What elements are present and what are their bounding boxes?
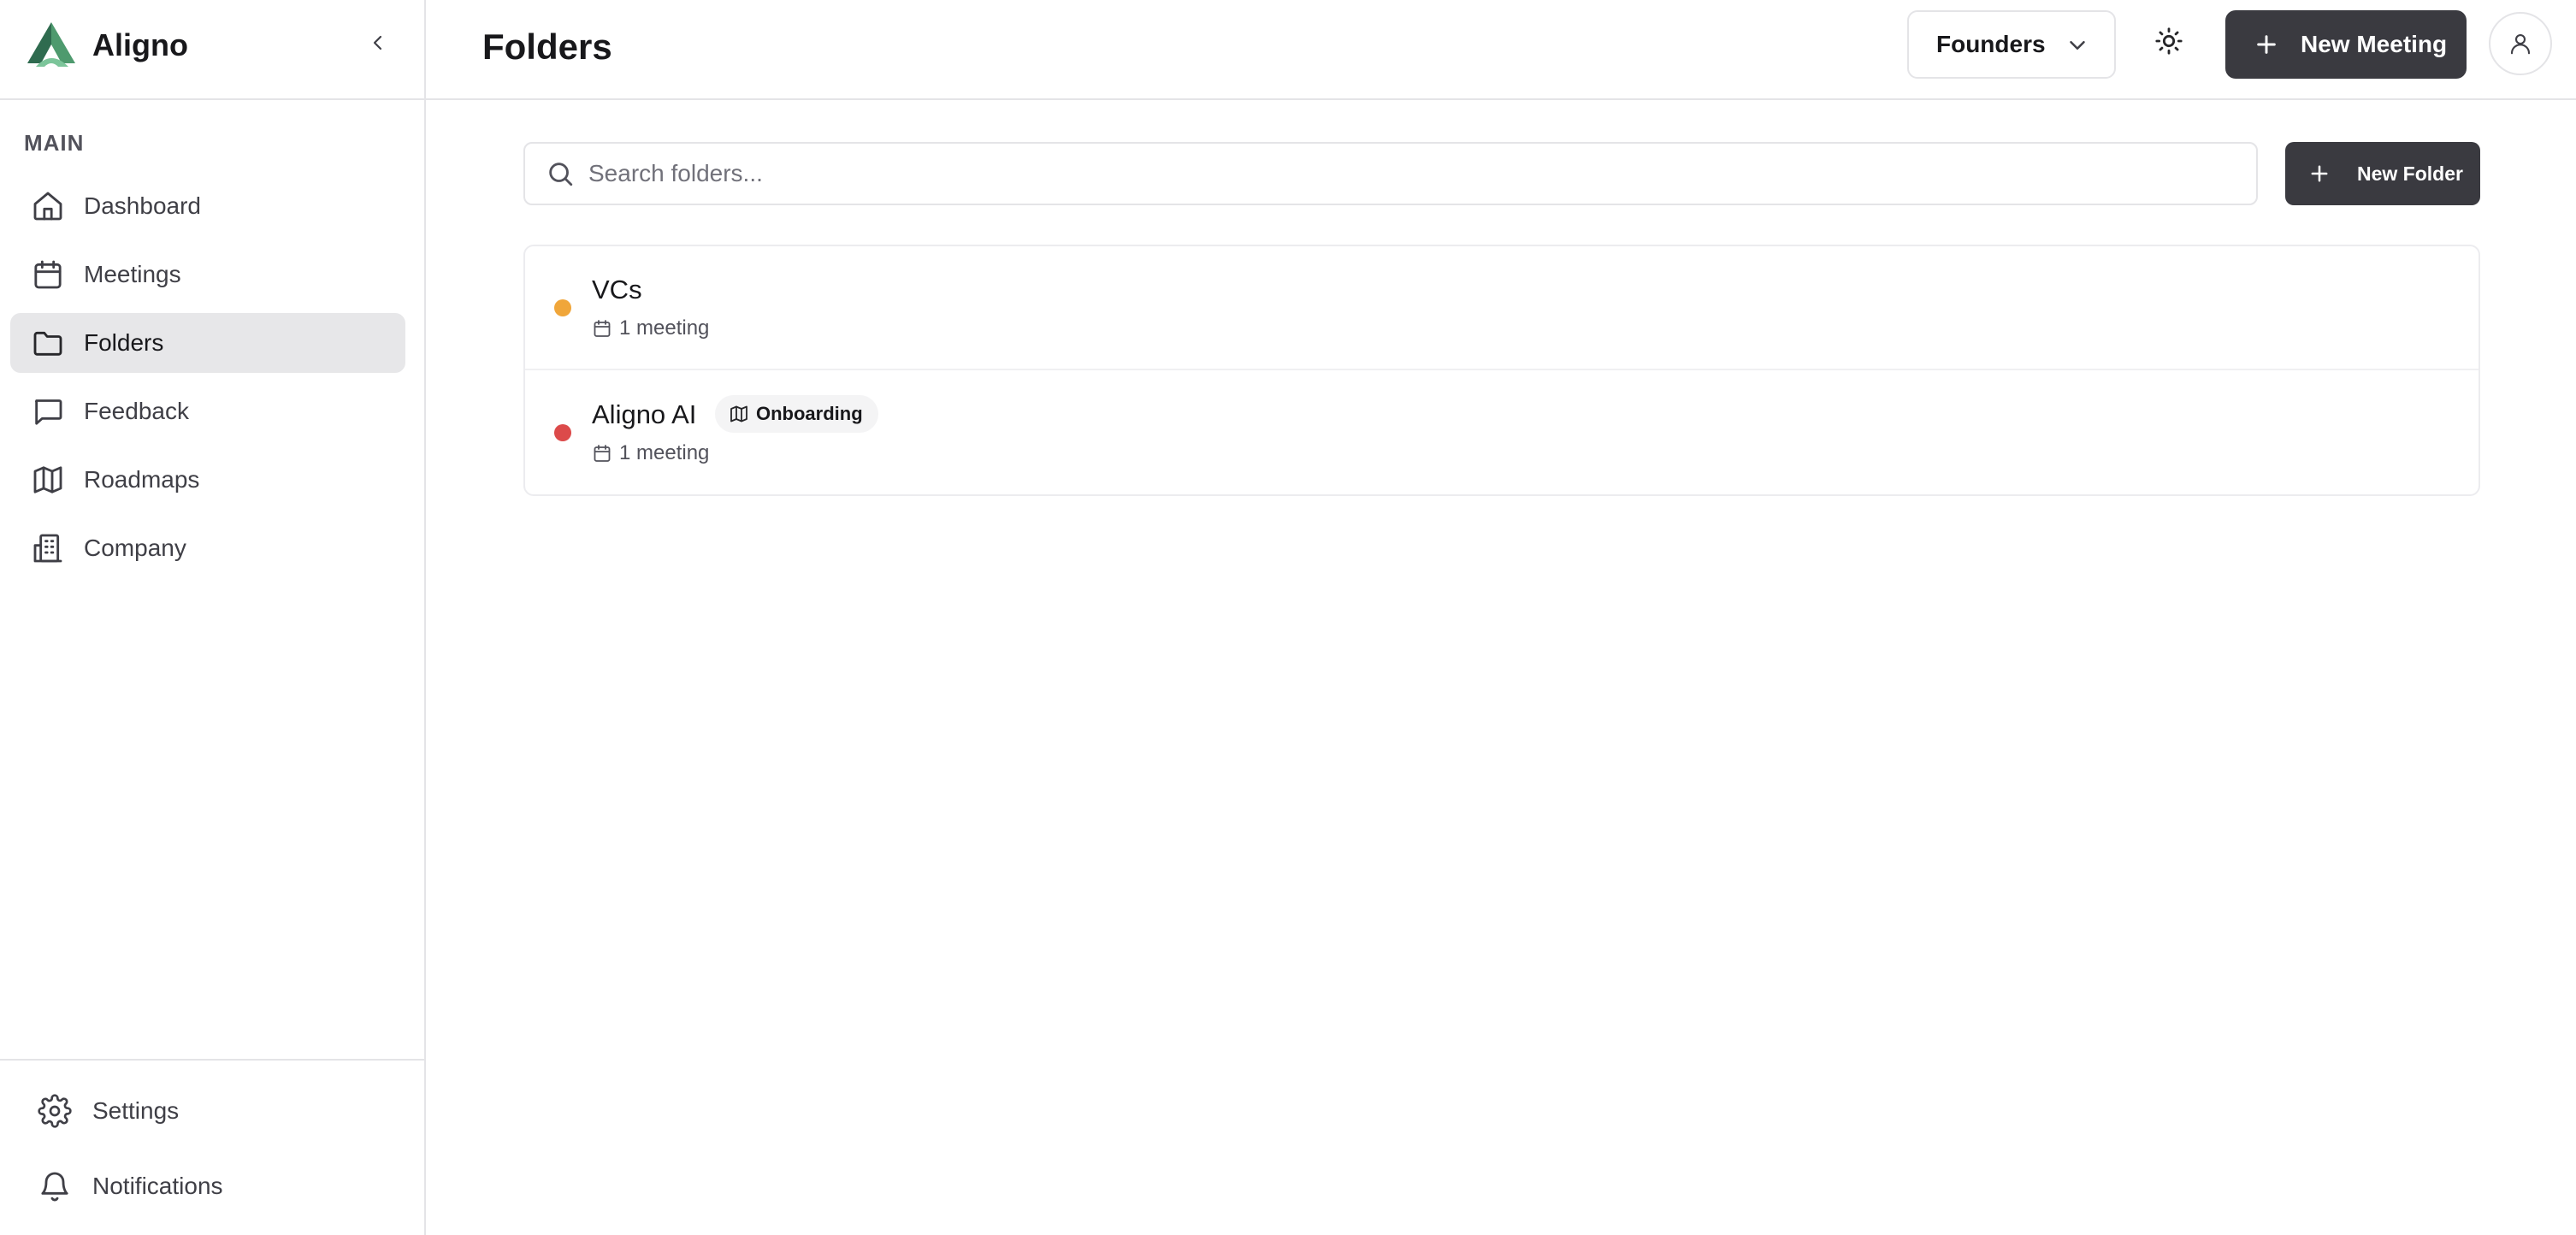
calendar-icon xyxy=(29,256,67,293)
sidebar-item-dashboard[interactable]: Dashboard xyxy=(10,176,405,236)
sidebar-item-label: Roadmaps xyxy=(84,466,200,493)
sidebar-item-meetings[interactable]: Meetings xyxy=(10,245,405,304)
workspace-select[interactable]: Founders xyxy=(1907,10,2116,79)
plus-icon xyxy=(2311,165,2328,182)
home-icon xyxy=(29,187,67,225)
search-input[interactable] xyxy=(588,160,2213,187)
sidebar-item-notifications[interactable]: Notifications xyxy=(17,1156,407,1216)
folder-color-dot xyxy=(554,299,571,316)
sidebar-item-label: Folders xyxy=(84,329,164,356)
meeting-count: 1 meeting xyxy=(619,441,710,464)
new-folder-label: New Folder xyxy=(2357,162,2463,185)
folder-list: VCs 1 meeting Aligno AI Onboarding 1 mee… xyxy=(523,245,2480,496)
map-icon xyxy=(29,461,67,499)
calendar-icon xyxy=(594,445,611,462)
chevron-left-icon xyxy=(373,35,382,50)
roadmap-tag[interactable]: Onboarding xyxy=(715,395,878,433)
bell-icon xyxy=(36,1167,74,1205)
brand-name: Aligno xyxy=(92,27,188,62)
sidebar-item-label: Feedback xyxy=(84,398,189,424)
folder-color-dot xyxy=(554,424,571,441)
tag-label: Onboarding xyxy=(756,403,863,424)
folder-meta: 1 meeting xyxy=(592,316,709,340)
workspace-select-value: Founders xyxy=(1936,31,2046,57)
section-label-main: MAIN xyxy=(24,130,85,156)
gear-icon xyxy=(36,1092,74,1130)
calendar-icon xyxy=(594,320,611,337)
folder-name: VCs xyxy=(592,275,642,304)
search-folders[interactable] xyxy=(523,142,2258,205)
sidebar-item-folders[interactable]: Folders xyxy=(10,313,405,373)
building-icon xyxy=(29,529,67,567)
sidebar-item-feedback[interactable]: Feedback xyxy=(10,381,405,441)
sidebar-item-label: Company xyxy=(84,535,186,561)
collapse-sidebar-button[interactable] xyxy=(363,27,393,58)
folder-name: Aligno AI xyxy=(592,399,697,429)
new-meeting-button[interactable]: New Meeting xyxy=(2225,10,2467,79)
user-avatar-button[interactable] xyxy=(2489,12,2552,75)
sidebar-header: Aligno xyxy=(0,0,424,100)
message-square-icon xyxy=(29,393,67,430)
user-icon xyxy=(2510,33,2531,55)
sidebar-item-label: Dashboard xyxy=(84,192,201,219)
new-meeting-label: New Meeting xyxy=(2301,31,2448,57)
sidebar-item-label: Settings xyxy=(92,1097,180,1124)
topbar: Folders Founders New Meeting xyxy=(426,0,2576,100)
theme-toggle-button[interactable] xyxy=(2152,24,2186,58)
sidebar-footer: Settings Notifications xyxy=(0,1059,424,1235)
chevron-down-icon xyxy=(2070,41,2085,50)
aligno-logo[interactable] xyxy=(24,21,79,68)
meeting-count: 1 meeting xyxy=(619,316,710,340)
folder-row-aligno-ai[interactable]: Aligno AI Onboarding 1 meeting xyxy=(525,371,2479,495)
sidebar-item-label: Meetings xyxy=(84,261,181,287)
sidebar-item-company[interactable]: Company xyxy=(10,518,405,578)
folder-row-vcs[interactable]: VCs 1 meeting xyxy=(525,246,2479,370)
sidebar: Aligno MAIN Dashboard Meetings Folders F… xyxy=(0,0,426,1235)
plus-icon xyxy=(2257,35,2276,54)
sidebar-item-settings[interactable]: Settings xyxy=(17,1081,407,1141)
sidebar-item-label: Notifications xyxy=(92,1173,223,1199)
new-folder-button[interactable]: New Folder xyxy=(2285,142,2480,205)
folder-icon xyxy=(29,324,67,362)
folder-meta: 1 meeting xyxy=(592,441,709,465)
sun-icon xyxy=(2155,27,2183,55)
search-icon xyxy=(549,162,573,186)
page-title: Folders xyxy=(482,27,612,67)
map-icon xyxy=(730,405,747,422)
sidebar-item-roadmaps[interactable]: Roadmaps xyxy=(10,450,405,510)
